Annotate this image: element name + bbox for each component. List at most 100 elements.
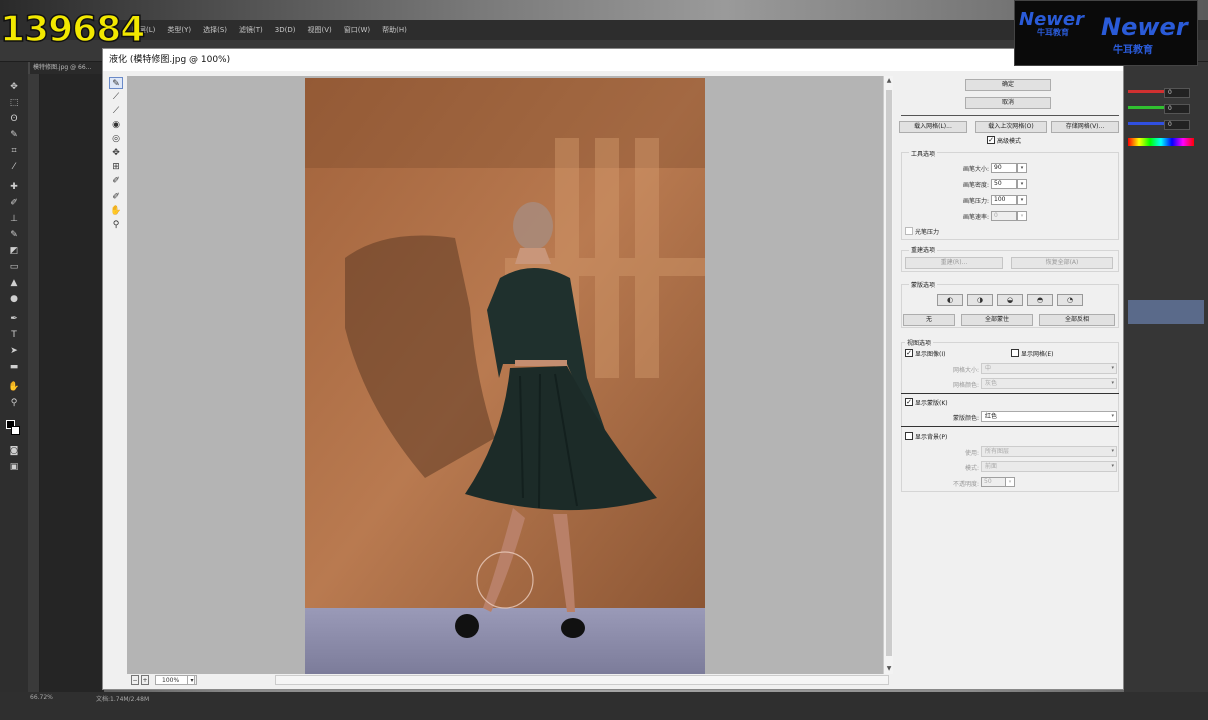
green-slider[interactable] xyxy=(1128,106,1164,109)
zoom-dropdown-icon[interactable]: ▾ xyxy=(187,675,197,685)
mesh-color-select[interactable]: 灰色 ▾ xyxy=(981,378,1117,389)
chevron-down-icon: ▾ xyxy=(1111,463,1114,469)
dodge-tool-icon[interactable]: ● xyxy=(8,294,20,304)
zoom-out-button[interactable]: − xyxy=(131,675,139,685)
show-image-checkbox[interactable]: ✓ xyxy=(905,349,913,357)
lasso-tool-icon[interactable]: ʘ xyxy=(8,114,20,124)
show-backdrop-checkbox[interactable] xyxy=(905,432,913,440)
liquify-canvas[interactable] xyxy=(127,76,883,674)
quick-mask-icon[interactable]: ◙ xyxy=(8,446,20,456)
blue-slider[interactable] xyxy=(1128,122,1164,125)
zoom-in-button[interactable]: + xyxy=(141,675,149,685)
twirl-tool-icon[interactable]: ◉ xyxy=(109,119,123,131)
menu-filter[interactable]: 滤镜(T) xyxy=(239,25,263,35)
hand-tool-icon[interactable]: ✋ xyxy=(8,382,20,392)
blur-tool-icon[interactable]: ▲ xyxy=(8,278,20,288)
cancel-button[interactable]: 取消 xyxy=(965,97,1051,109)
hand-icon[interactable]: ✋ xyxy=(109,205,123,217)
shape-tool-icon[interactable]: ▬ xyxy=(8,362,20,372)
move-tool-icon[interactable]: ✥ xyxy=(8,82,20,92)
vertical-scrollbar[interactable]: ▲ ▼ xyxy=(883,76,893,674)
save-mesh-button[interactable]: 存储网格(V)... xyxy=(1051,121,1119,133)
pucker-tool-icon[interactable]: ◎ xyxy=(109,133,123,145)
scroll-down-icon[interactable]: ▼ xyxy=(884,664,894,674)
path-select-icon[interactable]: ➤ xyxy=(8,346,20,356)
brush-rate-dropdown[interactable]: ▾ xyxy=(1017,211,1027,221)
document-tab[interactable]: 模特修图.jpg @ 66... xyxy=(30,62,102,74)
brush-density-dropdown[interactable]: ▾ xyxy=(1017,179,1027,189)
opacity-dropdown[interactable]: ▾ xyxy=(1005,477,1015,487)
zoom-icon[interactable]: ⚲ xyxy=(109,219,123,231)
brush-pressure-dropdown[interactable]: ▾ xyxy=(1017,195,1027,205)
brush-size-dropdown[interactable]: ▾ xyxy=(1017,163,1027,173)
chevron-down-icon: ▾ xyxy=(1111,448,1114,454)
mask-color-select[interactable]: 红色 ▾ xyxy=(981,411,1117,422)
bloat-tool-icon[interactable]: ✥ xyxy=(109,147,123,159)
color-ramp[interactable] xyxy=(1128,138,1194,146)
marquee-tool-icon[interactable]: ⬚ xyxy=(8,98,20,108)
menu-view[interactable]: 视图(V) xyxy=(307,25,331,35)
crop-tool-icon[interactable]: ⌗ xyxy=(8,146,20,156)
horizontal-scrollbar[interactable] xyxy=(275,675,889,685)
brush-pressure-input[interactable]: 100 xyxy=(991,195,1017,205)
show-mask-checkbox[interactable]: ✓ xyxy=(905,398,913,406)
load-last-mesh-button[interactable]: 载入上次网格(O) xyxy=(975,121,1047,133)
show-mesh-checkbox[interactable] xyxy=(1011,349,1019,357)
healing-tool-icon[interactable]: ✚ xyxy=(8,182,20,192)
mode-value: 前面 xyxy=(985,463,998,470)
mesh-size-select[interactable]: 中 ▾ xyxy=(981,363,1117,374)
zoom-tool-icon[interactable]: ⚲ xyxy=(8,398,20,408)
subtract-selection-icon[interactable]: ◒ xyxy=(997,294,1023,306)
smooth-tool-icon[interactable]: ⟋ xyxy=(109,105,123,117)
mask-none-button[interactable]: 无 xyxy=(903,314,955,326)
push-left-icon[interactable]: ⊞ xyxy=(109,161,123,173)
freeze-mask-icon[interactable]: ✐ xyxy=(109,175,123,187)
screen-mode-icon[interactable]: ▣ xyxy=(8,462,20,472)
reconstruct-button[interactable]: 重建(R)... xyxy=(905,257,1003,269)
mode-select[interactable]: 前面 ▾ xyxy=(981,461,1117,472)
quick-select-icon[interactable]: ✎ xyxy=(8,130,20,140)
mask-all-button[interactable]: 全部蒙住 xyxy=(961,314,1033,326)
invert-selection-icon[interactable]: ◔ xyxy=(1057,294,1083,306)
stylus-pressure-label: 光笔压力 xyxy=(915,229,940,236)
type-tool-icon[interactable]: T xyxy=(8,330,20,340)
brush-tool-icon[interactable]: ✐ xyxy=(8,198,20,208)
load-mesh-button[interactable]: 载入网格(L)... xyxy=(899,121,967,133)
thaw-mask-icon[interactable]: ✐ xyxy=(109,191,123,203)
red-value[interactable]: 0 xyxy=(1164,88,1190,98)
model-photo[interactable] xyxy=(305,78,705,674)
brush-size-input[interactable]: 90 xyxy=(991,163,1017,173)
advanced-mode-checkbox[interactable]: ✓ xyxy=(987,136,995,144)
scroll-up-icon[interactable]: ▲ xyxy=(884,76,894,86)
forward-warp-icon[interactable]: ✎ xyxy=(109,77,123,89)
gradient-tool-icon[interactable]: ▭ xyxy=(8,262,20,272)
green-value[interactable]: 0 xyxy=(1164,104,1190,114)
history-brush-icon[interactable]: ✎ xyxy=(8,230,20,240)
intersect-selection-icon[interactable]: ◓ xyxy=(1027,294,1053,306)
add-to-selection-icon[interactable]: ◑ xyxy=(967,294,993,306)
selected-layer[interactable] xyxy=(1128,300,1204,324)
pen-tool-icon[interactable]: ✒ xyxy=(8,314,20,324)
reconstruct-tool-icon[interactable]: ⟋ xyxy=(109,91,123,103)
brush-rate-input[interactable]: 0 xyxy=(991,211,1017,221)
background-color-swatch[interactable] xyxy=(11,426,20,435)
menu-3d[interactable]: 3D(D) xyxy=(275,26,296,34)
use-select[interactable]: 所有图层 ▾ xyxy=(981,446,1117,457)
brush-density-input[interactable]: 50 xyxy=(991,179,1017,189)
replace-selection-icon[interactable]: ◐ xyxy=(937,294,963,306)
red-slider[interactable] xyxy=(1128,90,1164,93)
stylus-pressure-checkbox[interactable] xyxy=(905,227,913,235)
eraser-tool-icon[interactable]: ◩ xyxy=(8,246,20,256)
menu-window[interactable]: 窗口(W) xyxy=(344,25,370,35)
eyedropper-tool-icon[interactable]: ⁄ xyxy=(8,162,20,172)
menu-select[interactable]: 选择(S) xyxy=(203,25,227,35)
opacity-input[interactable]: 50 xyxy=(981,477,1007,487)
invert-all-button[interactable]: 全部反相 xyxy=(1039,314,1115,326)
blue-value[interactable]: 0 xyxy=(1164,120,1190,130)
scroll-thumb[interactable] xyxy=(886,90,892,656)
stamp-tool-icon[interactable]: ⊥ xyxy=(8,214,20,224)
restore-all-button[interactable]: 恢复全部(A) xyxy=(1011,257,1113,269)
menu-type[interactable]: 类型(Y) xyxy=(167,25,191,35)
menu-help[interactable]: 帮助(H) xyxy=(382,25,407,35)
ok-button[interactable]: 确定 xyxy=(965,79,1051,91)
